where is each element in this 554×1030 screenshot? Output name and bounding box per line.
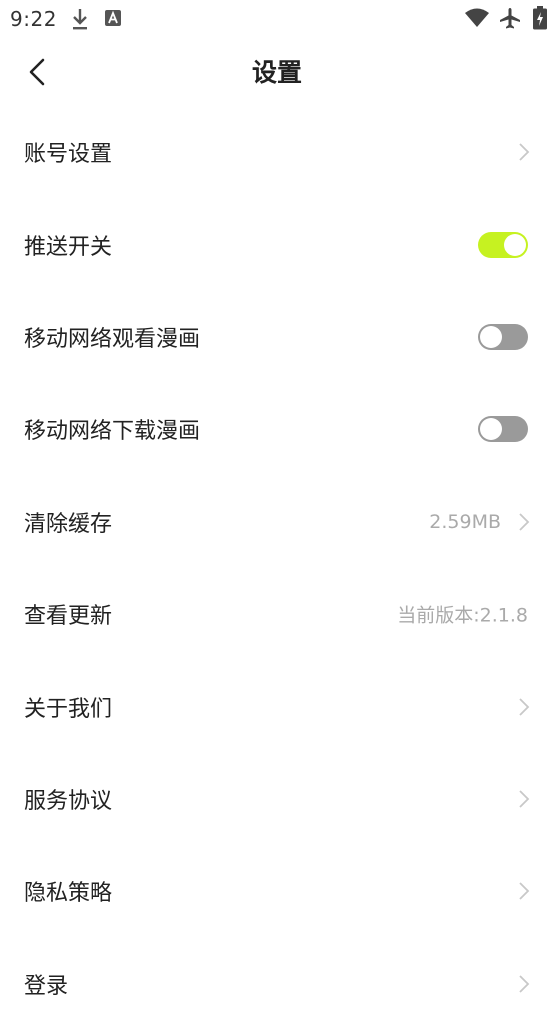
chevron-right-icon	[518, 142, 530, 162]
push-toggle[interactable]	[478, 231, 528, 258]
wifi-icon	[464, 8, 490, 32]
settings-item-label: 关于我们	[24, 696, 113, 722]
toggle-knob	[480, 418, 502, 441]
settings-list: 账号设置 推送开关 移动网络观看漫画 移动网络下载漫画 清除缓存 2.59MB …	[0, 106, 554, 1030]
header: 设置	[0, 38, 554, 106]
current-version: 当前版本:2.1.8	[397, 604, 528, 627]
mobile-view-toggle[interactable]	[478, 323, 528, 350]
cache-size: 2.59MB	[429, 510, 501, 533]
settings-item-terms[interactable]: 服务协议	[0, 753, 554, 845]
status-bar: 9:22	[0, 0, 554, 38]
settings-item-label: 移动网络观看漫画	[24, 326, 201, 352]
mobile-download-toggle[interactable]	[478, 416, 528, 443]
settings-item-about[interactable]: 关于我们	[0, 660, 554, 752]
chevron-right-icon	[518, 697, 530, 717]
download-icon	[70, 6, 90, 36]
toggle-knob	[504, 233, 526, 256]
page-title: 设置	[251, 58, 302, 87]
settings-item-mobile-view: 移动网络观看漫画	[0, 291, 554, 383]
chevron-right-icon	[518, 512, 530, 532]
battery-charging-icon	[533, 6, 547, 34]
status-time: 9:22	[10, 7, 57, 31]
settings-item-label: 清除缓存	[24, 511, 113, 537]
settings-item-check-update[interactable]: 查看更新 当前版本:2.1.8	[0, 568, 554, 660]
settings-item-mobile-download: 移动网络下载漫画	[0, 383, 554, 475]
settings-item-label: 查看更新	[24, 604, 113, 630]
chevron-right-icon	[518, 789, 530, 809]
settings-item-label: 服务协议	[24, 788, 113, 814]
chevron-right-icon	[518, 881, 530, 901]
toggle-knob	[480, 325, 502, 348]
settings-item-label: 隐私策略	[24, 881, 113, 907]
settings-item-privacy[interactable]: 隐私策略	[0, 845, 554, 937]
settings-item-label: 推送开关	[24, 234, 113, 260]
a-notification-icon	[104, 9, 122, 31]
settings-item-label: 移动网络下载漫画	[24, 419, 201, 445]
settings-item-label: 账号设置	[24, 142, 113, 168]
settings-item-push: 推送开关	[0, 198, 554, 290]
airplane-icon	[498, 6, 522, 34]
settings-item-account[interactable]: 账号设置	[0, 106, 554, 198]
settings-item-clear-cache[interactable]: 清除缓存 2.59MB	[0, 476, 554, 568]
